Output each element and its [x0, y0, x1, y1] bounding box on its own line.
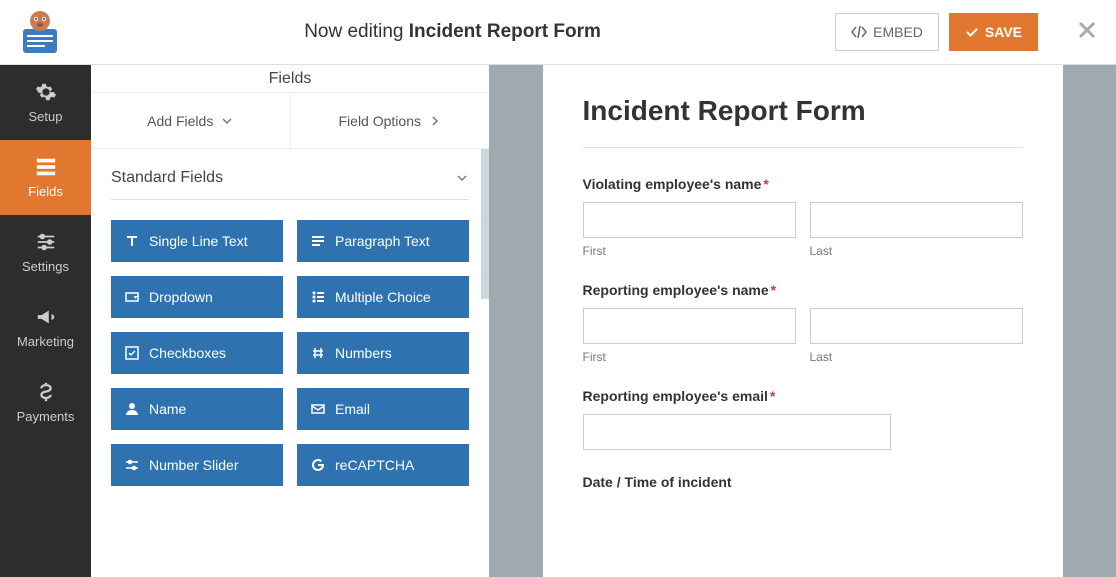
field-label: Reporting employee's email* — [583, 388, 1023, 404]
sidebar-label: Fields — [28, 184, 63, 199]
fields-panel: Fields Add Fields Field Options Standard… — [91, 65, 489, 577]
field-label: Date / Time of incident — [583, 474, 1023, 490]
field-dropdown[interactable]: Dropdown — [111, 276, 283, 318]
sidebar-label: Setup — [29, 109, 63, 124]
email-input[interactable] — [583, 414, 891, 450]
tab-field-options[interactable]: Field Options — [291, 93, 490, 148]
close-icon — [1078, 21, 1096, 39]
paragraph-icon — [311, 234, 325, 248]
checkbox-icon — [125, 346, 139, 360]
chevron-down-icon[interactable] — [455, 171, 469, 185]
gear-icon — [35, 81, 57, 103]
sliders-icon — [35, 231, 57, 253]
sidebar-label: Payments — [17, 409, 75, 424]
field-label: Reporting employee's name* — [583, 282, 1023, 298]
tab-add-fields[interactable]: Add Fields — [91, 93, 291, 148]
panel-header: Fields — [91, 65, 489, 93]
embed-button[interactable]: EMBED — [835, 13, 939, 51]
last-name-input[interactable] — [810, 202, 1023, 238]
sidebar-label: Settings — [22, 259, 69, 274]
field-name[interactable]: Name — [111, 388, 283, 430]
field-reporting-employee-name[interactable]: Reporting employee's name* First Last — [583, 282, 1023, 364]
user-icon — [125, 402, 139, 416]
list-icon — [311, 290, 325, 304]
chevron-right-icon — [429, 115, 441, 127]
dollar-icon — [35, 381, 57, 403]
sidebar-label: Marketing — [17, 334, 74, 349]
sublabel-last: Last — [810, 350, 1023, 364]
sidebar-item-settings[interactable]: Settings — [0, 215, 91, 290]
field-single-line-text[interactable]: Single Line Text — [111, 220, 283, 262]
dropdown-icon — [125, 290, 139, 304]
field-email[interactable]: Email — [297, 388, 469, 430]
form-preview: Incident Report Form Violating employee'… — [543, 65, 1063, 577]
sidebar-item-setup[interactable]: Setup — [0, 65, 91, 140]
field-violating-employee-name[interactable]: Violating employee's name* First Last — [583, 176, 1023, 258]
envelope-icon — [311, 402, 325, 416]
sublabel-last: Last — [810, 244, 1023, 258]
check-icon — [965, 25, 979, 39]
form-title: Incident Report Form — [583, 95, 1023, 127]
field-date-time-incident[interactable]: Date / Time of incident — [583, 474, 1023, 490]
form-icon — [35, 156, 57, 178]
close-button[interactable] — [1068, 18, 1106, 46]
first-name-input[interactable] — [583, 308, 796, 344]
sliders-icon — [125, 458, 139, 472]
hash-icon — [311, 346, 325, 360]
wpforms-logo — [10, 7, 70, 57]
scrollbar[interactable] — [481, 149, 489, 299]
form-preview-wrap: Incident Report Form Violating employee'… — [489, 65, 1116, 577]
section-title: Standard Fields — [111, 169, 223, 187]
sidebar: Setup Fields Settings Marketing Payments — [0, 65, 91, 577]
last-name-input[interactable] — [810, 308, 1023, 344]
field-multiple-choice[interactable]: Multiple Choice — [297, 276, 469, 318]
topbar: Now editing Incident Report Form EMBED S… — [0, 0, 1116, 65]
divider — [583, 147, 1023, 148]
sublabel-first: First — [583, 244, 796, 258]
field-recaptcha[interactable]: reCAPTCHA — [297, 444, 469, 486]
field-reporting-employee-email[interactable]: Reporting employee's email* — [583, 388, 1023, 450]
chevron-down-icon — [221, 115, 233, 127]
megaphone-icon — [35, 306, 57, 328]
first-name-input[interactable] — [583, 202, 796, 238]
field-number-slider[interactable]: Number Slider — [111, 444, 283, 486]
page-title: Now editing Incident Report Form — [70, 21, 835, 43]
sublabel-first: First — [583, 350, 796, 364]
sidebar-item-fields[interactable]: Fields — [0, 140, 91, 215]
field-paragraph-text[interactable]: Paragraph Text — [297, 220, 469, 262]
field-label: Violating employee's name* — [583, 176, 1023, 192]
sidebar-item-marketing[interactable]: Marketing — [0, 290, 91, 365]
code-icon — [851, 24, 867, 40]
sidebar-item-payments[interactable]: Payments — [0, 365, 91, 440]
field-checkboxes[interactable]: Checkboxes — [111, 332, 283, 374]
text-icon — [125, 234, 139, 248]
google-icon — [311, 458, 325, 472]
save-button[interactable]: SAVE — [949, 13, 1038, 51]
field-numbers[interactable]: Numbers — [297, 332, 469, 374]
